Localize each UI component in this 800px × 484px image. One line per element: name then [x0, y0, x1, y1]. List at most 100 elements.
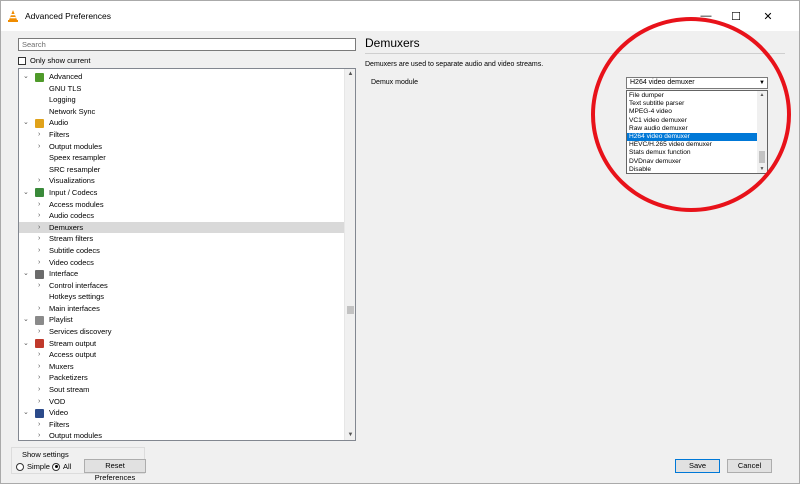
chevron-right-icon[interactable]: ›: [38, 233, 40, 245]
chevron-right-icon[interactable]: ›: [38, 129, 40, 141]
chevron-right-icon[interactable]: ›: [38, 199, 40, 211]
chevron-right-icon[interactable]: ›: [38, 303, 40, 315]
chevron-right-icon[interactable]: ›: [38, 419, 40, 431]
all-radio[interactable]: [52, 462, 60, 471]
tree-item[interactable]: › Stream filters: [19, 233, 345, 245]
chevron-down-icon[interactable]: ⌄: [23, 338, 29, 350]
tree-item[interactable]: › Sout stream: [19, 384, 345, 396]
tree-category[interactable]: ⌄ Video: [19, 407, 345, 419]
save-button[interactable]: Save: [675, 459, 720, 473]
search-input[interactable]: Search: [18, 38, 356, 51]
demux-module-dropdown[interactable]: File dumper Text subtitle parser MPEG-4 vi…: [626, 90, 768, 174]
chevron-down-icon[interactable]: ⌄: [23, 117, 29, 129]
chevron-down-icon[interactable]: ⌄: [23, 407, 29, 419]
tree-item[interactable]: › Demuxers: [19, 221, 345, 234]
chevron-right-icon[interactable]: ›: [38, 222, 40, 234]
tree-item[interactable]: › Access modules: [19, 199, 345, 211]
dropdown-option[interactable]: Text subtitle parser: [627, 100, 757, 108]
tree-item[interactable]: › Muxers: [19, 361, 345, 373]
only-show-current-checkbox[interactable]: [18, 56, 26, 65]
chevron-right-icon[interactable]: ›: [38, 396, 40, 408]
tree-item[interactable]: GNU TLS: [19, 83, 345, 95]
video-icon: [35, 408, 44, 418]
tree-item[interactable]: › Control interfaces: [19, 280, 345, 292]
chevron-down-icon[interactable]: ⌄: [23, 71, 29, 83]
dropdown-option[interactable]: MPEG-4 video: [627, 108, 757, 116]
dropdown-option[interactable]: HEVC/H.265 video demuxer: [627, 141, 757, 149]
chevron-down-icon[interactable]: ⌄: [23, 314, 29, 326]
tree-item[interactable]: Logging: [19, 94, 345, 106]
tree-item[interactable]: › VOD: [19, 396, 345, 408]
tree-category[interactable]: ⌄ Playlist: [19, 314, 345, 326]
window-title: Advanced Preferences: [25, 11, 111, 21]
maximize-button[interactable]: ☐: [721, 5, 751, 27]
chevron-down-icon[interactable]: ▼: [759, 78, 765, 88]
tree-item[interactable]: › Filters: [19, 419, 345, 431]
tree-category[interactable]: ⌄ Stream output: [19, 338, 345, 350]
chevron-right-icon[interactable]: ›: [38, 141, 40, 153]
dropdown-option[interactable]: Disable: [627, 166, 757, 173]
tree-category[interactable]: ⌄ Audio: [19, 117, 345, 129]
tree-item[interactable]: SRC resampler: [19, 164, 345, 176]
tree-item-label: Playlist: [49, 315, 73, 325]
tree-item[interactable]: › Output modules: [19, 430, 345, 441]
tree-item[interactable]: › Services discovery: [19, 326, 345, 338]
tree-scrollbar[interactable]: ▲ ▼: [344, 69, 355, 440]
scroll-down-icon[interactable]: ▼: [345, 430, 355, 440]
chevron-right-icon[interactable]: ›: [38, 245, 40, 257]
tree-item-label: Access modules: [49, 199, 104, 209]
dropdown-option[interactable]: Stats demux function: [627, 149, 757, 157]
minimize-button[interactable]: —: [691, 5, 721, 27]
scroll-thumb[interactable]: [759, 151, 765, 163]
chevron-right-icon[interactable]: ›: [38, 257, 40, 269]
chevron-right-icon[interactable]: ›: [38, 384, 40, 396]
tree-item[interactable]: › Audio codecs: [19, 210, 345, 222]
dropdown-option[interactable]: File dumper: [627, 92, 757, 100]
preferences-tree[interactable]: ⌄ Advanced GNU TLS Logging Network Sync ⌄ Audi…: [18, 68, 356, 441]
tree-item[interactable]: › Video codecs: [19, 257, 345, 269]
chevron-right-icon[interactable]: ›: [38, 430, 40, 440]
chevron-right-icon[interactable]: ›: [38, 175, 40, 187]
tree-item[interactable]: › Access output: [19, 349, 345, 361]
tree-category[interactable]: ⌄ Interface: [19, 268, 345, 280]
cancel-button[interactable]: Cancel: [727, 459, 772, 473]
tree-category[interactable]: ⌄ Advanced: [19, 71, 345, 83]
chevron-down-icon[interactable]: ⌄: [23, 268, 29, 280]
tree-item[interactable]: Network Sync: [19, 106, 345, 118]
reset-preferences-button[interactable]: Reset Preferences: [84, 459, 146, 482]
dropdown-option[interactable]: DVDnav demuxer: [627, 158, 757, 166]
chevron-right-icon[interactable]: ›: [38, 349, 40, 361]
dropdown-option[interactable]: H264 video demuxer: [627, 132, 757, 142]
chevron-right-icon[interactable]: ›: [38, 361, 40, 373]
tree-item[interactable]: › Output modules: [19, 141, 345, 153]
tree-item[interactable]: › Main interfaces: [19, 303, 345, 315]
demux-module-select[interactable]: H264 video demuxer ▼: [626, 77, 768, 89]
simple-option[interactable]: Simple: [16, 462, 50, 471]
scroll-thumb[interactable]: [347, 306, 354, 314]
scroll-down-icon[interactable]: ▼: [757, 165, 767, 173]
tree-item[interactable]: Hotkeys settings: [19, 291, 345, 303]
chevron-right-icon[interactable]: ›: [38, 280, 40, 292]
chevron-right-icon[interactable]: ›: [38, 326, 40, 338]
playlist-icon: [35, 315, 44, 325]
chevron-down-icon[interactable]: ⌄: [23, 187, 29, 199]
tree-item[interactable]: › Subtitle codecs: [19, 245, 345, 257]
only-show-current-option[interactable]: Only show current: [18, 56, 90, 65]
dropdown-option[interactable]: Raw audio demuxer: [627, 125, 757, 133]
tree-item[interactable]: › Filters: [19, 129, 345, 141]
all-option[interactable]: All: [52, 462, 71, 471]
scroll-up-icon[interactable]: ▲: [345, 69, 355, 79]
tree-item[interactable]: › Visualizations: [19, 175, 345, 187]
chevron-right-icon[interactable]: ›: [38, 372, 40, 384]
chevron-right-icon[interactable]: ›: [38, 210, 40, 222]
dropdown-option[interactable]: VC1 video demuxer: [627, 117, 757, 125]
scroll-up-icon[interactable]: ▲: [757, 91, 767, 99]
close-button[interactable]: ✕: [753, 5, 783, 27]
vlc-cone-icon: [8, 10, 18, 22]
dropdown-scrollbar[interactable]: ▲ ▼: [757, 91, 767, 173]
simple-radio[interactable]: [16, 462, 24, 471]
tree-item[interactable]: › Packetizers: [19, 372, 345, 384]
tree-item[interactable]: Speex resampler: [19, 152, 345, 164]
tree-item-label: Output modules: [49, 431, 102, 441]
tree-category[interactable]: ⌄ Input / Codecs: [19, 187, 345, 199]
